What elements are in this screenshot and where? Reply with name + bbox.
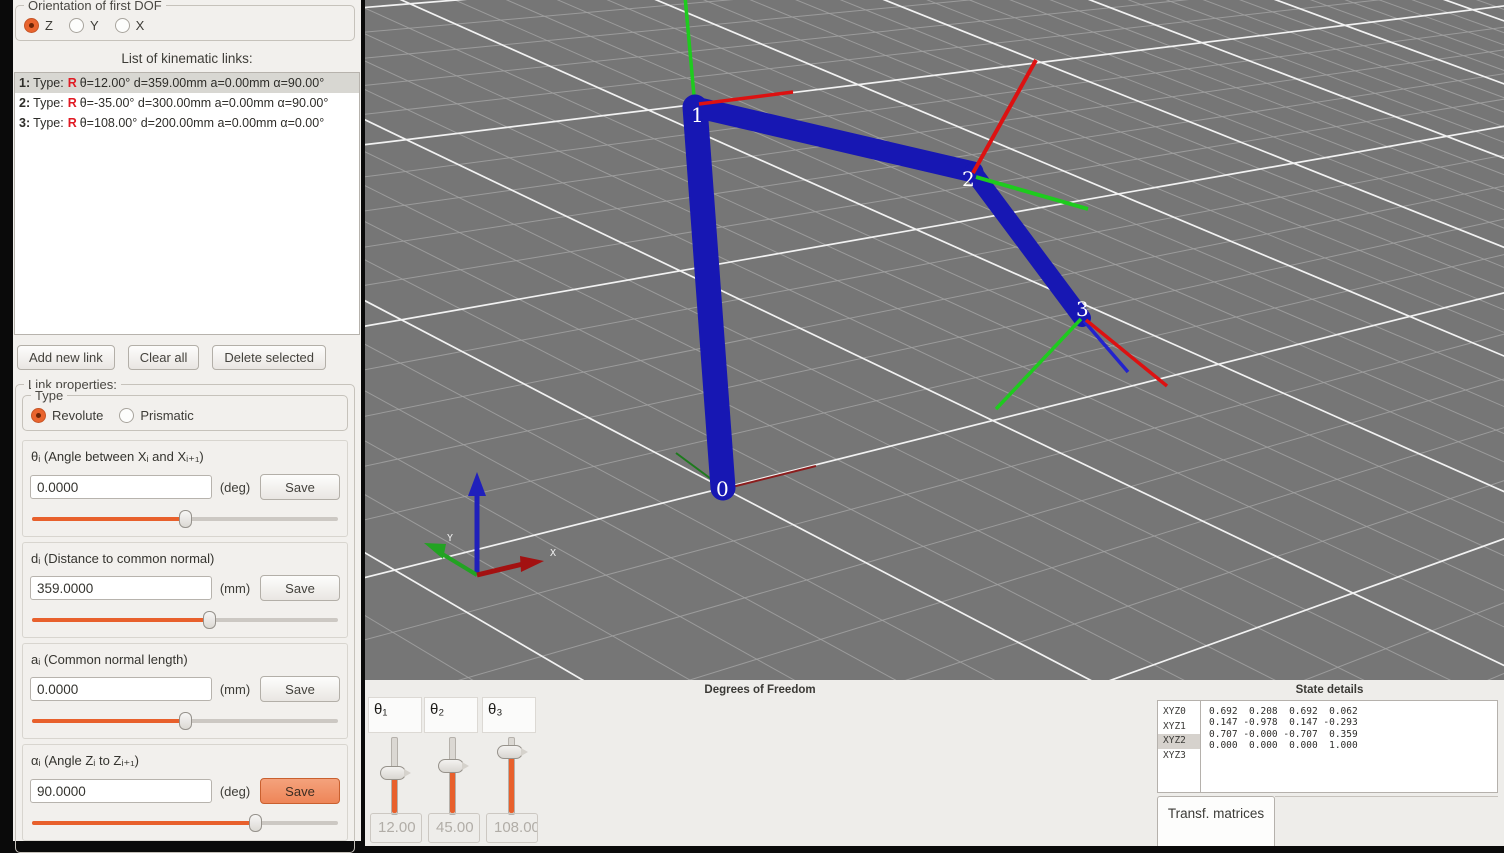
orientation-radio-y-label: Y bbox=[90, 18, 99, 33]
orientation-radio-y[interactable] bbox=[69, 18, 84, 33]
alpha-save-button[interactable]: Save bbox=[260, 778, 340, 804]
3d-viewport[interactable]: Y X 0 1 2 3 bbox=[365, 0, 1504, 680]
kinematic-links-list[interactable]: 1:Type:Rθ=12.00° d=359.00mm a=0.00mm α=9… bbox=[14, 72, 360, 335]
alpha-param-label: αᵢ (Angle Zᵢ to Zᵢ₊₁) bbox=[31, 753, 340, 769]
degrees-of-freedom-panel: Degrees of Freedom θ₁ θ₂ θ₃ 12.00 45.00 … bbox=[365, 680, 1155, 846]
link-item-index: 3: bbox=[19, 116, 30, 130]
d-save-button[interactable]: Save bbox=[260, 575, 340, 601]
theta3-value-box: 108.00 bbox=[486, 813, 538, 843]
link-item-type: R bbox=[68, 116, 77, 130]
delete-selected-button[interactable]: Delete selected bbox=[212, 345, 326, 370]
theta2-label-box: θ₂ bbox=[424, 697, 478, 733]
a-slider[interactable] bbox=[32, 710, 338, 732]
theta2-label: θ₂ bbox=[430, 701, 444, 718]
link-list-item-3[interactable]: 3:Type: Rθ=108.00° d=200.00mm a=0.00mm α=… bbox=[15, 113, 359, 133]
theta1-label-box: θ₁ bbox=[368, 697, 422, 733]
theta1-label: θ₁ bbox=[374, 701, 387, 718]
theta3-label: θ₃ bbox=[488, 701, 502, 718]
theta-param-label: θᵢ (Angle between Xᵢ and Xᵢ₊₁) bbox=[31, 449, 340, 465]
theta3-dof-slider[interactable] bbox=[495, 737, 525, 813]
link-item-params: θ=108.00° d=200.00mm a=0.00mm α=0.00° bbox=[80, 116, 324, 130]
matrix-row: 0.707 -0.000 -0.707 0.359 bbox=[1209, 729, 1358, 740]
link-properties-groupbox: Link properties: Type Revolute Prismatic… bbox=[15, 384, 355, 853]
frame-item-xyz1[interactable]: XYZ1 bbox=[1158, 720, 1200, 735]
d-param-block: dᵢ (Distance to common normal) (mm) Save bbox=[22, 542, 348, 638]
robot-3d-scene: Y X 0 1 2 3 bbox=[365, 0, 1504, 680]
joint1-label: 1 bbox=[691, 103, 704, 127]
theta2-dof-slider[interactable] bbox=[436, 737, 466, 813]
d-input[interactable] bbox=[30, 576, 212, 600]
orientation-radio-x[interactable] bbox=[115, 18, 130, 33]
link-item-type-label: Type: bbox=[33, 96, 64, 110]
a-param-label: aᵢ (Common normal length) bbox=[31, 652, 340, 667]
type-radio-prismatic[interactable] bbox=[119, 408, 134, 423]
theta1-dof-slider[interactable] bbox=[378, 737, 408, 813]
joint3-label: 3 bbox=[1076, 297, 1089, 321]
matrix-row: 0.000 0.000 0.000 1.000 bbox=[1209, 740, 1358, 751]
state-details-panel: State details XYZ0 XYZ1 XYZ2 XYZ3 0.692 … bbox=[1155, 680, 1504, 846]
alpha-param-block: αᵢ (Angle Zᵢ to Zᵢ₊₁) (deg) Save bbox=[22, 744, 348, 841]
orientation-radio-z-label: Z bbox=[45, 18, 53, 33]
ground-grid bbox=[365, 0, 1504, 680]
matrix-row: 0.692 0.208 0.692 0.062 bbox=[1209, 706, 1358, 717]
links-list-title: List of kinematic links: bbox=[13, 51, 361, 66]
world-x-axis-label: X bbox=[550, 548, 556, 559]
add-new-link-button[interactable]: Add new link bbox=[17, 345, 115, 370]
link-item-type: R bbox=[68, 76, 77, 90]
orientation-groupbox: Orientation of first DOF Z Y X bbox=[15, 5, 355, 41]
type-radio-revolute[interactable] bbox=[31, 408, 46, 423]
link-item-params: θ=12.00° d=359.00mm a=0.00mm α=90.00° bbox=[80, 76, 324, 90]
tab-transf-matrices[interactable]: Transf. matrices bbox=[1157, 796, 1275, 846]
link-list-item-2[interactable]: 2:Type: Rθ=-35.00° d=300.00mm a=0.00mm α=… bbox=[15, 93, 359, 113]
link-item-params: θ=-35.00° d=300.00mm a=0.00mm α=90.00° bbox=[80, 96, 329, 110]
a-param-block: aᵢ (Common normal length) (mm) Save bbox=[22, 643, 348, 739]
alpha-input[interactable] bbox=[30, 779, 212, 803]
type-radio-prismatic-label: Prismatic bbox=[140, 408, 193, 423]
state-details-box: XYZ0 XYZ1 XYZ2 XYZ3 0.692 0.208 0.692 0.… bbox=[1157, 700, 1498, 793]
alpha-slider[interactable] bbox=[32, 812, 338, 834]
theta-param-block: θᵢ (Angle between Xᵢ and Xᵢ₊₁) (deg) Sav… bbox=[22, 440, 348, 537]
state-panel-title: State details bbox=[1155, 680, 1504, 696]
d-param-label: dᵢ (Distance to common normal) bbox=[31, 551, 340, 566]
link-item-type-label: Type: bbox=[33, 76, 64, 90]
frame-item-xyz0[interactable]: XYZ0 bbox=[1158, 705, 1200, 720]
joint2-label: 2 bbox=[962, 167, 975, 191]
sidebar: Orientation of first DOF Z Y X List of k… bbox=[13, 0, 361, 841]
dof-panel-title: Degrees of Freedom bbox=[365, 680, 1155, 696]
theta3-label-box: θ₃ bbox=[482, 697, 536, 733]
link-item-index: 2: bbox=[19, 96, 30, 110]
link-item-type-label: Type: bbox=[33, 116, 64, 130]
a-input[interactable] bbox=[30, 677, 212, 701]
theta1-value-box: 12.00 bbox=[370, 813, 422, 843]
frame-item-xyz3[interactable]: XYZ3 bbox=[1158, 749, 1200, 764]
matrix-row: 0.147 -0.978 0.147 -0.293 bbox=[1209, 717, 1358, 728]
orientation-radio-z[interactable] bbox=[24, 18, 39, 33]
world-y-axis-label: Y bbox=[447, 533, 453, 544]
d-slider[interactable] bbox=[32, 609, 338, 631]
orientation-group-label: Orientation of first DOF bbox=[24, 0, 166, 13]
a-unit-label: (mm) bbox=[212, 682, 258, 697]
tab-bar-line bbox=[1275, 796, 1498, 797]
theta-input[interactable] bbox=[30, 475, 212, 499]
a-save-button[interactable]: Save bbox=[260, 676, 340, 702]
alpha-unit-label: (deg) bbox=[212, 784, 258, 799]
link-list-item-1[interactable]: 1:Type: Rθ=12.00° d=359.00mm a=0.00mm α=9… bbox=[15, 73, 359, 93]
orientation-radio-x-label: X bbox=[136, 18, 145, 33]
transform-matrix: 0.692 0.208 0.692 0.0620.147 -0.978 0.14… bbox=[1201, 701, 1358, 792]
link-item-index: 1: bbox=[19, 76, 30, 90]
clear-all-button[interactable]: Clear all bbox=[128, 345, 200, 370]
theta-save-button[interactable]: Save bbox=[260, 474, 340, 500]
theta-unit-label: (deg) bbox=[212, 480, 258, 495]
frame-list[interactable]: XYZ0 XYZ1 XYZ2 XYZ3 bbox=[1158, 701, 1201, 792]
theta-slider[interactable] bbox=[32, 508, 338, 530]
theta2-value-box: 45.00 bbox=[428, 813, 480, 843]
joint0-label: 0 bbox=[716, 477, 729, 501]
type-group-label: Type bbox=[31, 388, 67, 403]
link-item-type: R bbox=[68, 96, 77, 110]
d-unit-label: (mm) bbox=[212, 581, 258, 596]
type-groupbox: Type Revolute Prismatic bbox=[22, 395, 348, 431]
frame-item-xyz2[interactable]: XYZ2 bbox=[1158, 734, 1200, 749]
type-radio-revolute-label: Revolute bbox=[52, 408, 103, 423]
